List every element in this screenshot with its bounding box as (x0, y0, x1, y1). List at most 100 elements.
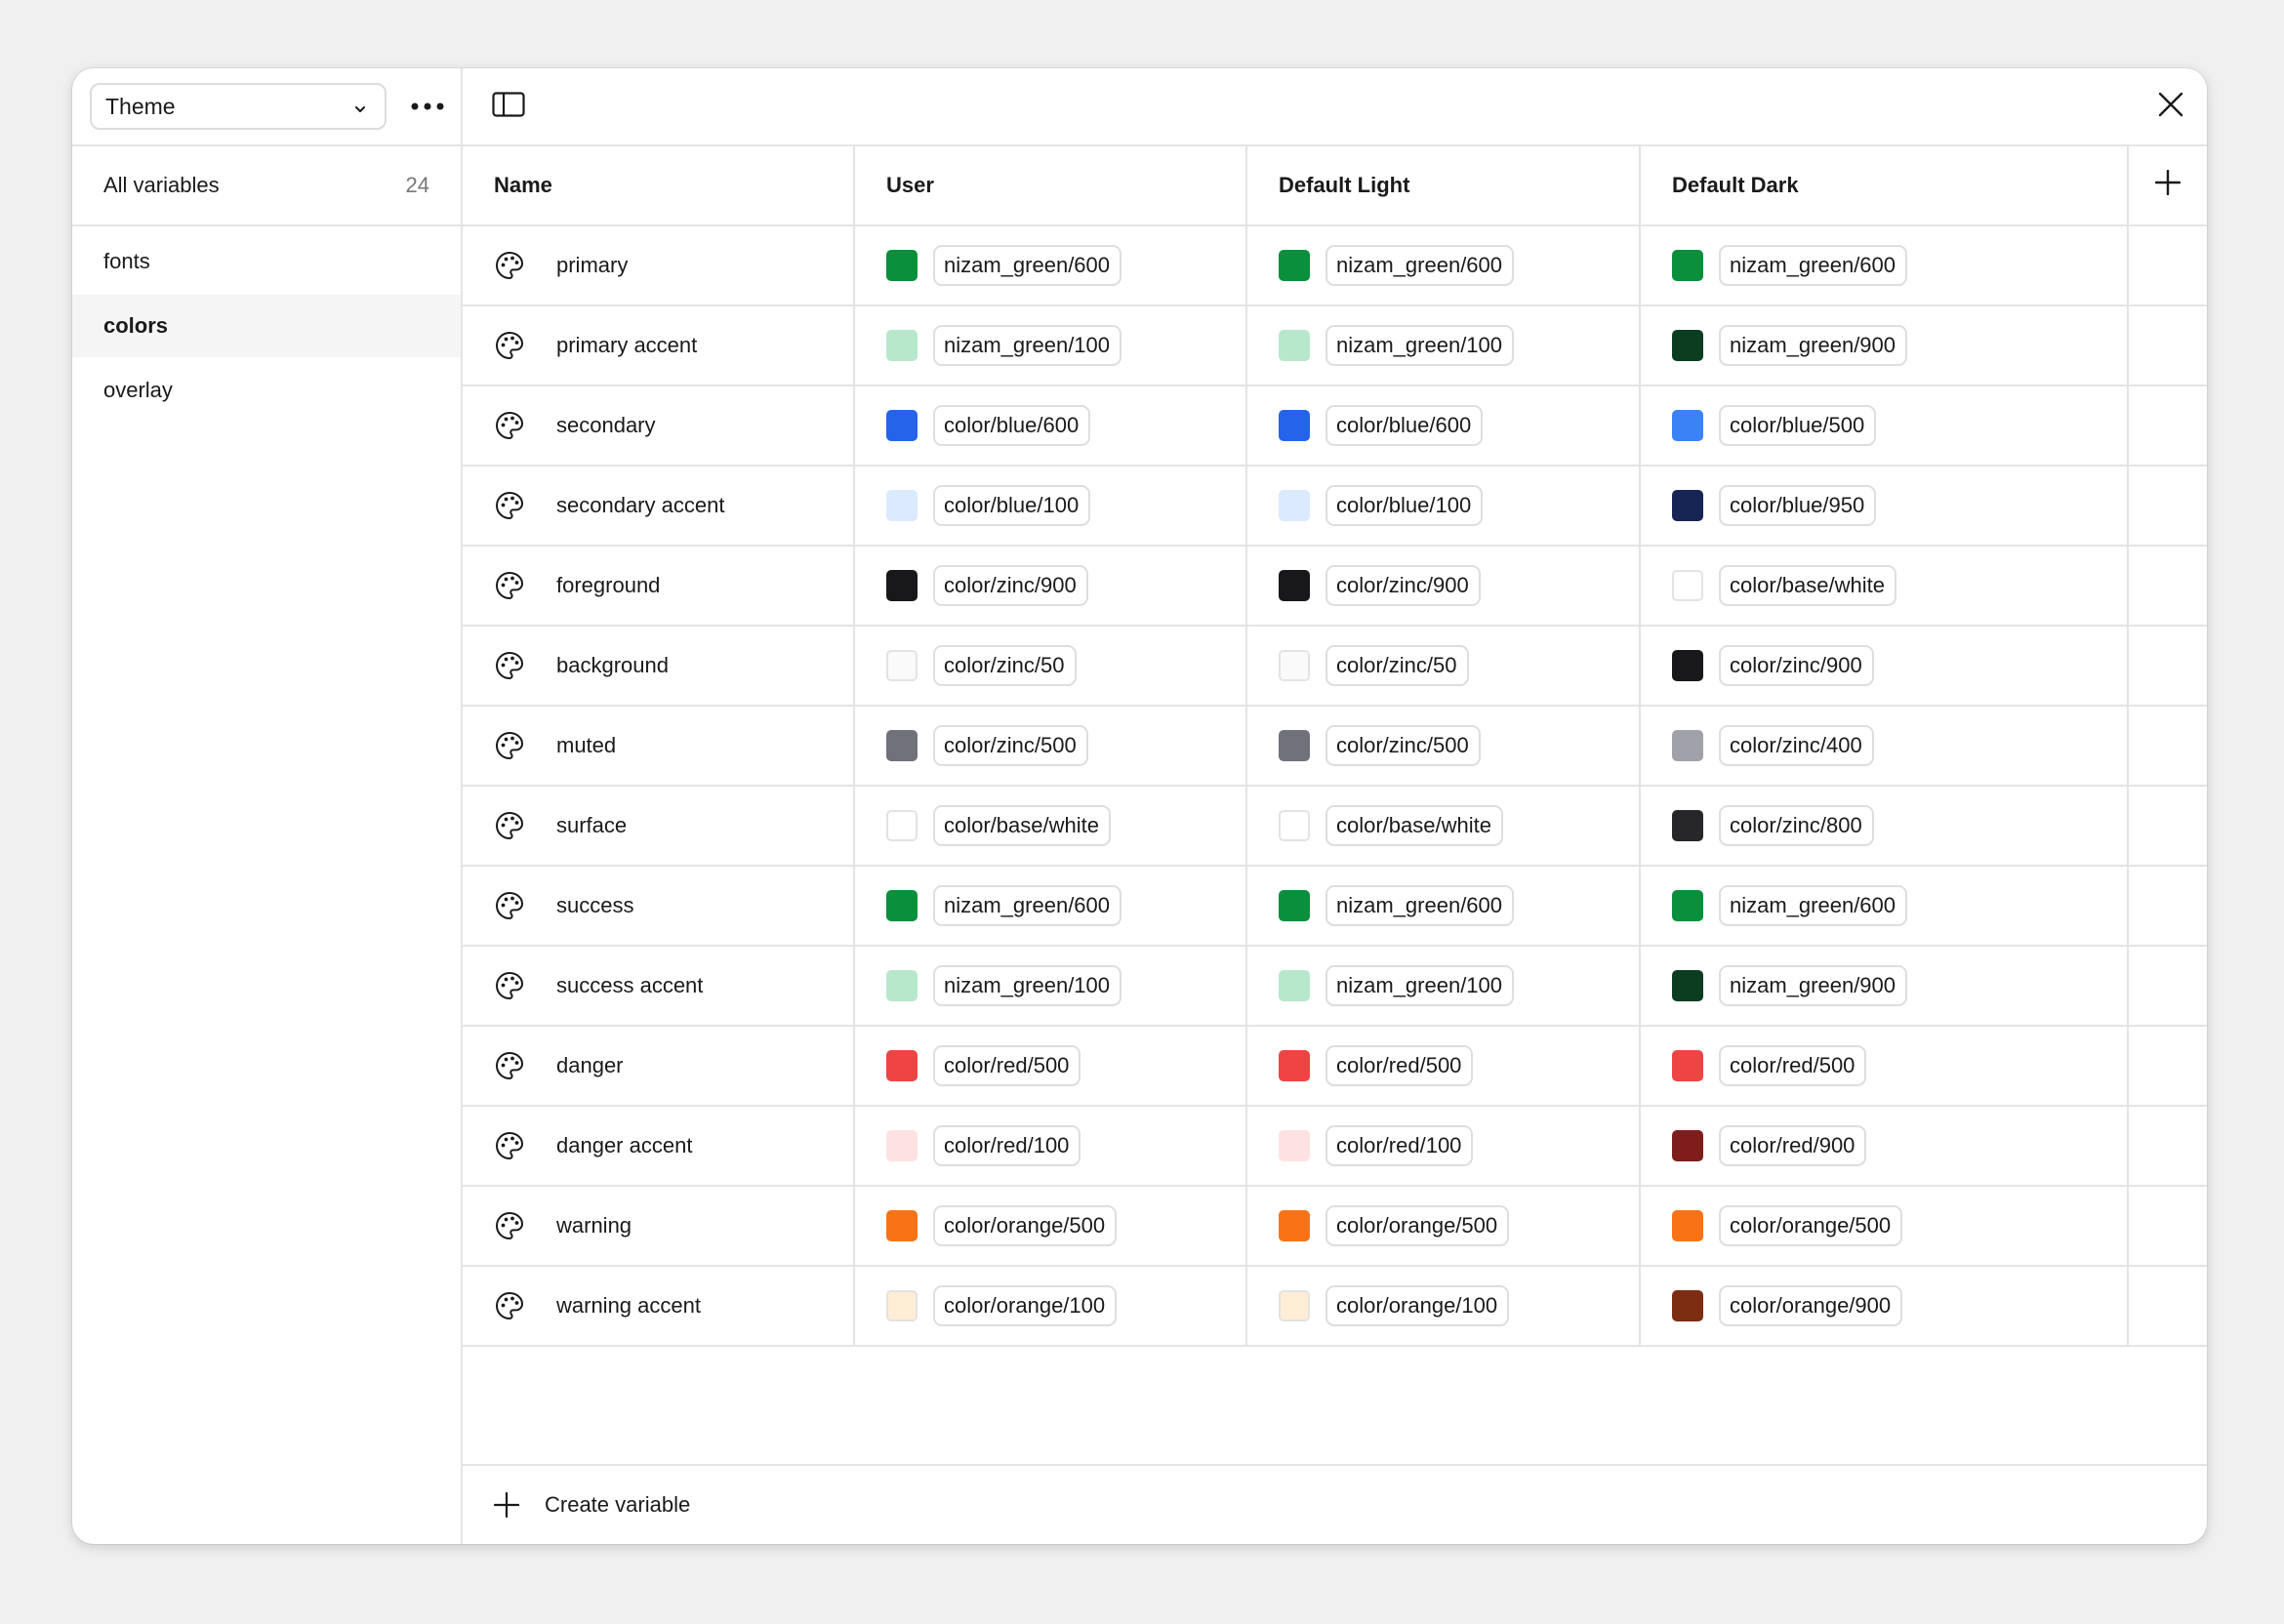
value-cell-dark[interactable]: color/red/900 (1641, 1107, 2129, 1185)
alias-pill[interactable]: color/blue/100 (933, 485, 1091, 526)
close-button[interactable] (2158, 92, 2183, 122)
table-row[interactable]: danger color/red/500 color/red/500 color/re… (463, 1027, 2207, 1107)
alias-pill[interactable]: color/orange/100 (933, 1285, 1118, 1326)
alias-pill[interactable]: nizam_green/100 (1326, 325, 1515, 366)
value-cell-user[interactable]: color/red/500 (855, 1027, 1247, 1105)
value-cell-user[interactable]: nizam_green/100 (855, 306, 1247, 385)
alias-pill[interactable]: color/red/100 (1326, 1125, 1474, 1166)
alias-pill[interactable]: nizam_green/100 (933, 325, 1122, 366)
value-cell-dark[interactable]: color/zinc/400 (1641, 707, 2129, 785)
alias-pill[interactable]: color/blue/600 (1326, 405, 1484, 446)
value-cell-dark[interactable]: nizam_green/900 (1641, 306, 2129, 385)
sidebar-group-overlay[interactable]: overlay (72, 359, 461, 422)
alias-pill[interactable]: color/zinc/500 (933, 725, 1088, 766)
alias-pill[interactable]: color/orange/500 (1719, 1205, 1903, 1246)
color-swatch[interactable] (1672, 1130, 1703, 1161)
alias-pill[interactable]: color/red/500 (933, 1045, 1081, 1086)
add-mode-button[interactable] (2129, 146, 2207, 224)
color-swatch[interactable] (886, 1210, 918, 1241)
color-swatch[interactable] (886, 730, 918, 761)
alias-pill[interactable]: color/orange/100 (1326, 1285, 1510, 1326)
sidebar-group-colors[interactable]: colors (72, 295, 461, 357)
alias-pill[interactable]: color/red/100 (933, 1125, 1081, 1166)
variable-name-cell[interactable]: primary accent (463, 306, 855, 385)
color-swatch[interactable] (886, 1290, 918, 1321)
variable-name-cell[interactable]: secondary accent (463, 467, 855, 545)
alias-pill[interactable]: color/red/900 (1719, 1125, 1867, 1166)
value-cell-dark[interactable]: color/blue/950 (1641, 467, 2129, 545)
alias-pill[interactable]: color/orange/900 (1719, 1285, 1903, 1326)
value-cell-light[interactable]: nizam_green/100 (1247, 947, 1641, 1025)
color-swatch[interactable] (1672, 490, 1703, 521)
color-swatch[interactable] (1279, 730, 1310, 761)
value-cell-light[interactable]: color/red/100 (1247, 1107, 1641, 1185)
alias-pill[interactable]: color/zinc/400 (1719, 725, 1874, 766)
value-cell-user[interactable]: color/orange/500 (855, 1187, 1247, 1265)
color-swatch[interactable] (1279, 410, 1310, 441)
alias-pill[interactable]: color/zinc/900 (1326, 565, 1481, 606)
color-swatch[interactable] (886, 1130, 918, 1161)
alias-pill[interactable]: color/base/white (1719, 565, 1897, 606)
value-cell-light[interactable]: color/zinc/900 (1247, 547, 1641, 625)
color-swatch[interactable] (1672, 970, 1703, 1001)
value-cell-dark[interactable]: nizam_green/600 (1641, 226, 2129, 304)
color-swatch[interactable] (1672, 1050, 1703, 1081)
color-swatch[interactable] (886, 570, 918, 601)
value-cell-dark[interactable]: nizam_green/600 (1641, 867, 2129, 945)
color-swatch[interactable] (1672, 250, 1703, 281)
table-row[interactable]: warning color/orange/500 color/orange/500 c… (463, 1187, 2207, 1267)
variable-name-cell[interactable]: muted (463, 707, 855, 785)
value-cell-dark[interactable]: color/zinc/900 (1641, 627, 2129, 705)
alias-pill[interactable]: nizam_green/600 (1719, 245, 1908, 286)
value-cell-dark[interactable]: color/orange/500 (1641, 1187, 2129, 1265)
color-swatch[interactable] (1672, 890, 1703, 921)
value-cell-light[interactable]: nizam_green/100 (1247, 306, 1641, 385)
table-row[interactable]: background color/zinc/50 color/zinc/50 colo… (463, 627, 2207, 707)
value-cell-dark[interactable]: color/red/500 (1641, 1027, 2129, 1105)
alias-pill[interactable]: color/blue/100 (1326, 485, 1484, 526)
value-cell-user[interactable]: color/base/white (855, 787, 1247, 865)
color-swatch[interactable] (886, 970, 918, 1001)
value-cell-light[interactable]: color/red/500 (1247, 1027, 1641, 1105)
alias-pill[interactable]: color/orange/500 (933, 1205, 1118, 1246)
value-cell-light[interactable]: color/blue/600 (1247, 386, 1641, 465)
create-variable-button[interactable]: Create variable (463, 1464, 2207, 1544)
value-cell-dark[interactable]: nizam_green/900 (1641, 947, 2129, 1025)
alias-pill[interactable]: nizam_green/600 (933, 885, 1122, 926)
color-swatch[interactable] (886, 250, 918, 281)
table-row[interactable]: success accent nizam_green/100 nizam_green… (463, 947, 2207, 1027)
value-cell-user[interactable]: color/zinc/50 (855, 627, 1247, 705)
value-cell-light[interactable]: color/orange/500 (1247, 1187, 1641, 1265)
table-row[interactable]: warning accent color/orange/100 color/oran… (463, 1267, 2207, 1347)
color-swatch[interactable] (1672, 1290, 1703, 1321)
color-swatch[interactable] (1279, 1290, 1310, 1321)
table-row[interactable]: foreground color/zinc/900 color/zinc/900 co… (463, 547, 2207, 627)
alias-pill[interactable]: color/zinc/900 (1719, 645, 1874, 686)
alias-pill[interactable]: color/zinc/50 (1326, 645, 1469, 686)
value-cell-dark[interactable]: color/base/white (1641, 547, 2129, 625)
color-swatch[interactable] (1672, 1210, 1703, 1241)
color-swatch[interactable] (1672, 650, 1703, 681)
value-cell-user[interactable]: color/orange/100 (855, 1267, 1247, 1345)
color-swatch[interactable] (886, 810, 918, 841)
alias-pill[interactable]: color/orange/500 (1326, 1205, 1510, 1246)
value-cell-dark[interactable]: color/blue/500 (1641, 386, 2129, 465)
color-swatch[interactable] (1279, 1130, 1310, 1161)
variable-name-cell[interactable]: success (463, 867, 855, 945)
color-swatch[interactable] (886, 490, 918, 521)
alias-pill[interactable]: color/red/500 (1719, 1045, 1867, 1086)
color-swatch[interactable] (1672, 330, 1703, 361)
table-row[interactable]: primary nizam_green/600 nizam_green/600 niz… (463, 226, 2207, 306)
collection-select[interactable]: Theme (90, 83, 387, 130)
value-cell-light[interactable]: color/blue/100 (1247, 467, 1641, 545)
color-swatch[interactable] (886, 650, 918, 681)
value-cell-light[interactable]: color/base/white (1247, 787, 1641, 865)
value-cell-user[interactable]: color/blue/600 (855, 386, 1247, 465)
alias-pill[interactable]: color/zinc/900 (933, 565, 1088, 606)
variable-name-cell[interactable]: success accent (463, 947, 855, 1025)
alias-pill[interactable]: nizam_green/900 (1719, 965, 1908, 1006)
alias-pill[interactable]: color/blue/500 (1719, 405, 1877, 446)
value-cell-light[interactable]: nizam_green/600 (1247, 226, 1641, 304)
color-swatch[interactable] (1279, 810, 1310, 841)
alias-pill[interactable]: color/base/white (933, 805, 1111, 846)
